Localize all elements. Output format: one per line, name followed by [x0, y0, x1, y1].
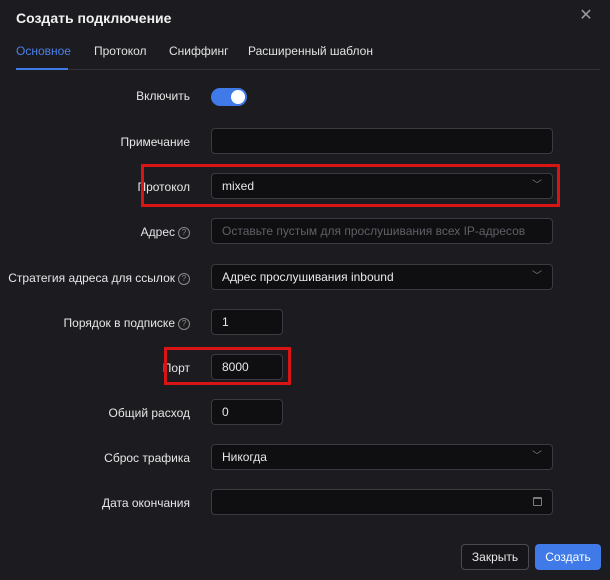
address-row: Адрес? Оставьте пустым для прослушивания… [0, 218, 600, 244]
tabs-divider [16, 69, 600, 70]
traffic-reset-value: Никогда [222, 450, 267, 464]
help-icon[interactable]: ? [178, 227, 190, 239]
help-icon[interactable]: ? [178, 318, 190, 330]
close-icon[interactable]: ✕ [576, 6, 596, 26]
tab-bar: Основное Протокол Сниффинг Расширенный ш… [0, 36, 600, 70]
expiry-label: Дата окончания [101, 496, 190, 510]
sub-order-label: Порядок в подписке? [64, 316, 190, 330]
port-highlight-box [164, 347, 291, 385]
expiry-date-picker[interactable] [211, 489, 553, 515]
enable-row: Включить [0, 84, 600, 110]
total-traffic-row: Общий расход 0 [0, 399, 600, 425]
toggle-knob [231, 90, 245, 104]
traffic-reset-select[interactable]: Никогда ﹀ [211, 444, 553, 470]
total-traffic-input[interactable]: 0 [211, 399, 283, 425]
tab-sniffing[interactable]: Сниффинг [169, 44, 228, 58]
link-strategy-row: Стратегия адреса для ссылок? Адрес просл… [0, 264, 600, 290]
enable-toggle[interactable] [211, 88, 247, 106]
traffic-reset-label: Сброс трафика [104, 451, 190, 465]
address-label-text: Адрес [140, 225, 175, 239]
address-input[interactable]: Оставьте пустым для прослушивания всех I… [211, 218, 553, 244]
chevron-down-icon: ﹀ [532, 271, 542, 282]
tab-protocol[interactable]: Протокол [94, 44, 147, 58]
address-placeholder: Оставьте пустым для прослушивания всех I… [222, 224, 526, 238]
link-strategy-label: Стратегия адреса для ссылок? [8, 271, 190, 285]
help-icon[interactable]: ? [178, 273, 190, 285]
expiry-row: Дата окончания [0, 489, 600, 515]
close-button[interactable]: Закрыть [461, 544, 529, 570]
remark-row: Примечание [0, 128, 600, 154]
address-label: Адрес? [141, 225, 190, 239]
enable-label: Включить [136, 89, 190, 103]
total-traffic-label: Общий расход [108, 406, 190, 420]
sub-order-row: Порядок в подписке? 1 [0, 309, 600, 335]
create-button[interactable]: Создать [535, 544, 601, 570]
chevron-down-icon: ﹀ [532, 451, 542, 462]
sub-order-label-text: Порядок в подписке [63, 316, 175, 330]
port-row: Порт 8000 [0, 354, 600, 380]
tab-advanced-template[interactable]: Расширенный шаблон [248, 44, 373, 58]
traffic-reset-row: Сброс трафика Никогда ﹀ [0, 444, 600, 470]
link-strategy-value: Адрес прослушивания inbound [222, 270, 394, 284]
sub-order-input[interactable]: 1 [211, 309, 283, 335]
remark-input[interactable] [211, 128, 553, 154]
active-tab-indicator [16, 68, 68, 70]
link-strategy-label-text: Стратегия адреса для ссылок [8, 271, 175, 285]
create-connection-dialog: Создать подключение ✕ Основное Протокол … [0, 0, 610, 580]
dialog-title: Создать подключение [16, 10, 172, 26]
calendar-icon [533, 497, 542, 506]
link-strategy-select[interactable]: Адрес прослушивания inbound ﹀ [211, 264, 553, 290]
tab-basic[interactable]: Основное [16, 44, 71, 58]
protocol-highlight-box [141, 164, 560, 207]
remark-label: Примечание [120, 135, 190, 149]
